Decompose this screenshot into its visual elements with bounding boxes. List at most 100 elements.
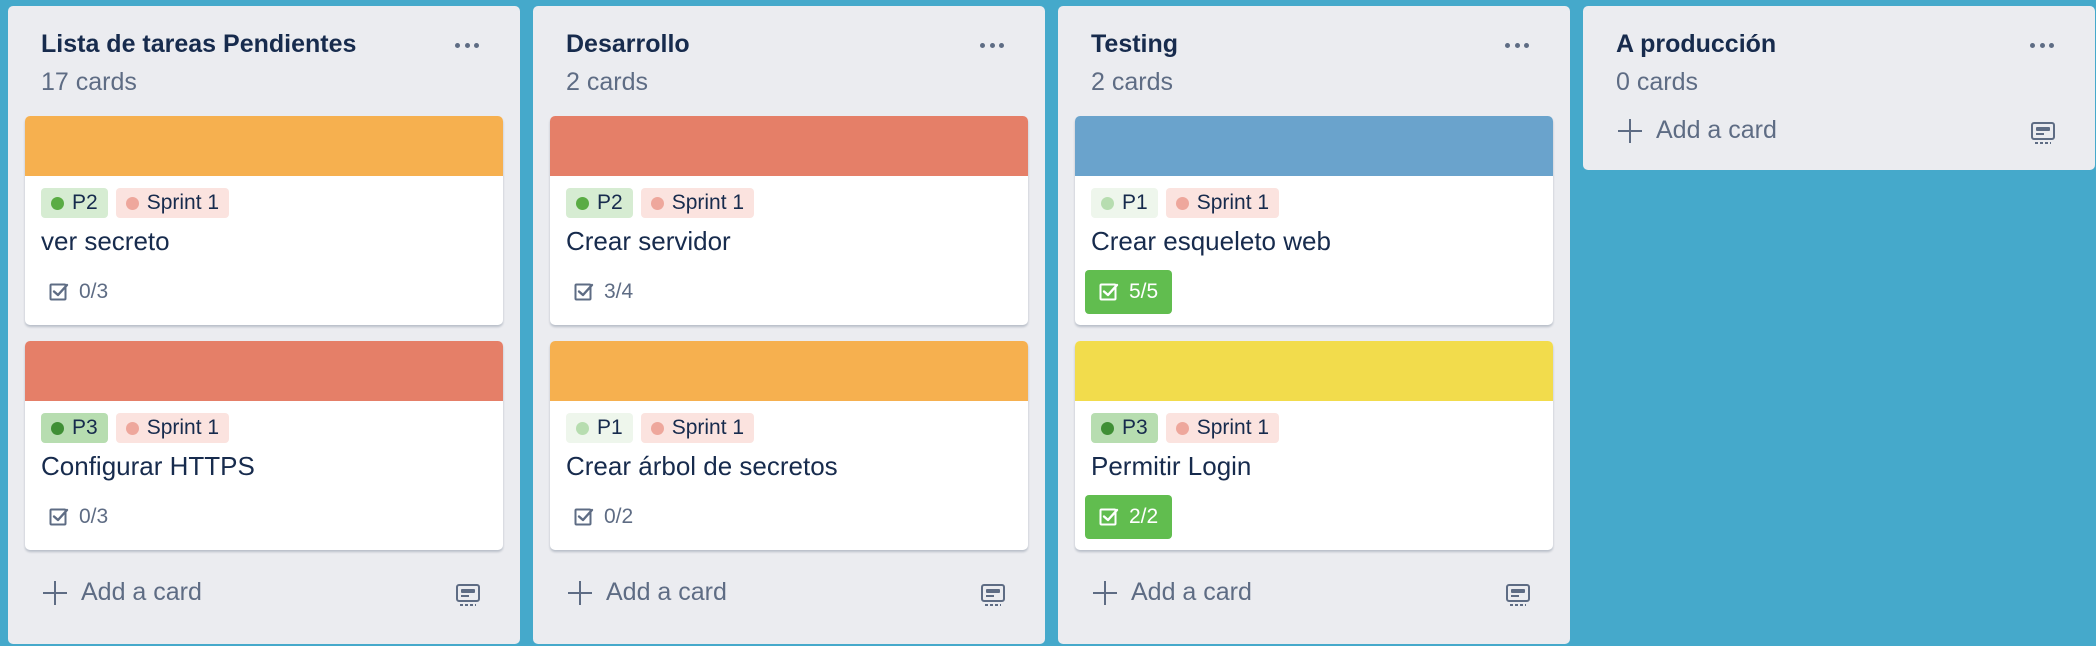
card-cover	[25, 116, 503, 176]
ellipsis-icon[interactable]	[2024, 30, 2060, 60]
ellipsis-icon[interactable]	[449, 30, 485, 60]
card-label[interactable]: P2	[41, 188, 108, 218]
card-label[interactable]: P2	[566, 188, 633, 218]
label-dot	[650, 196, 664, 210]
label-dot	[576, 421, 589, 435]
label-dot	[650, 421, 664, 435]
list-column: Desarrollo 2 cards P2 Sprint 1 Crear ser…	[533, 6, 1045, 644]
card-label-text: P3	[72, 416, 98, 439]
card[interactable]: P1 Sprint 1 Crear árbol de secretos 0/2	[550, 341, 1028, 550]
checklist-progress: 0/2	[604, 505, 634, 528]
card-title: Permitir Login	[1091, 451, 1252, 481]
card-label-text: Sprint 1	[1196, 191, 1270, 214]
add-card-button[interactable]: Add a card	[1093, 578, 1252, 607]
card-title: Crear árbol de secretos	[566, 451, 838, 481]
card-title: Crear servidor	[566, 226, 731, 256]
card-cover	[1075, 116, 1553, 176]
card-cover	[550, 116, 1028, 176]
card-label[interactable]: Sprint 1	[640, 188, 755, 218]
list-title[interactable]: Lista de tareas Pendientes	[41, 30, 356, 59]
card-label[interactable]: P3	[41, 413, 108, 443]
card-label-text: Sprint 1	[1196, 416, 1270, 439]
card-template-icon[interactable]	[1505, 582, 1531, 608]
card-label[interactable]: P1	[566, 413, 633, 443]
card-label-text: Sprint 1	[146, 191, 220, 214]
checklist-badge: 5/5	[1085, 270, 1173, 314]
list-card-count: 17 cards	[41, 68, 137, 96]
checklist-icon	[574, 282, 594, 302]
card-template-icon[interactable]	[2030, 120, 2056, 146]
add-card-button[interactable]: Add a card	[1618, 116, 1777, 145]
card-label[interactable]: Sprint 1	[115, 413, 230, 443]
card-label-text: Sprint 1	[671, 191, 745, 214]
card-cover	[550, 341, 1028, 401]
ellipsis-icon[interactable]	[974, 30, 1010, 60]
list-title[interactable]: A producción	[1616, 30, 1776, 59]
card-title: Configurar HTTPS	[41, 451, 255, 481]
card[interactable]: P3 Sprint 1 Permitir Login 2/2	[1075, 341, 1553, 550]
checklist-icon	[49, 507, 69, 527]
card-label-text: P1	[1122, 191, 1148, 214]
card-template-icon[interactable]	[455, 582, 481, 608]
add-card-button[interactable]: Add a card	[43, 578, 202, 607]
label-dot	[51, 196, 64, 210]
checklist-progress: 2/2	[1129, 505, 1159, 528]
card[interactable]: P1 Sprint 1 Crear esqueleto web 5/5	[1075, 116, 1553, 325]
card[interactable]: P2 Sprint 1 ver secreto 0/3	[25, 116, 503, 325]
ellipsis-icon[interactable]	[1499, 30, 1535, 60]
card-title: ver secreto	[41, 226, 170, 256]
checklist-badge: 0/2	[560, 495, 647, 539]
list-column: Testing 2 cards P1 Sprint 1 Crear esquel…	[1058, 6, 1570, 644]
card-title: Crear esqueleto web	[1091, 226, 1331, 256]
checklist-badge: 2/2	[1085, 495, 1173, 539]
checklist-progress: 0/3	[79, 505, 109, 528]
checklist-badge: 3/4	[560, 270, 647, 314]
label-dot	[1175, 421, 1189, 435]
card[interactable]: P3 Sprint 1 Configurar HTTPS 0/3	[25, 341, 503, 550]
add-card-row: Add a card	[1075, 550, 1553, 644]
board: Lista de tareas Pendientes 17 cards P2 S…	[0, 0, 2096, 646]
card-label[interactable]: Sprint 1	[115, 188, 230, 218]
label-dot	[51, 421, 64, 435]
label-dot	[1101, 196, 1114, 210]
add-card-row: Add a card	[550, 550, 1028, 644]
add-card-label: Add a card	[606, 578, 727, 606]
list-header: Desarrollo 2 cards	[550, 6, 1028, 116]
card[interactable]: P2 Sprint 1 Crear servidor 3/4	[550, 116, 1028, 325]
card-labels: P3 Sprint 1	[1091, 413, 1280, 443]
add-card-button[interactable]: Add a card	[568, 578, 727, 607]
plus-icon	[568, 580, 592, 605]
checklist-badge: 0/3	[35, 495, 122, 539]
card-label[interactable]: Sprint 1	[640, 413, 755, 443]
list-card-count: 2 cards	[1091, 68, 1173, 96]
label-dot	[1101, 421, 1114, 435]
checklist-badge: 0/3	[35, 270, 122, 314]
card-labels: P2 Sprint 1	[566, 188, 755, 218]
label-dot	[1175, 196, 1189, 210]
list-header: Testing 2 cards	[1075, 6, 1553, 116]
card-label-text: Sprint 1	[146, 416, 220, 439]
card-labels: P2 Sprint 1	[41, 188, 230, 218]
list-title[interactable]: Desarrollo	[566, 30, 690, 59]
list-title[interactable]: Testing	[1091, 30, 1178, 59]
card-label[interactable]: P1	[1091, 188, 1158, 218]
label-dot	[125, 421, 139, 435]
list-header: Lista de tareas Pendientes 17 cards	[25, 6, 503, 116]
add-card-row: Add a card	[25, 550, 503, 644]
add-card-label: Add a card	[1656, 116, 1777, 144]
list-column: A producción 0 cards Add a card	[1583, 6, 2095, 170]
checklist-progress: 5/5	[1129, 280, 1159, 303]
card-cover	[25, 341, 503, 401]
plus-icon	[1618, 118, 1642, 143]
card-label[interactable]: P3	[1091, 413, 1158, 443]
card-label-text: P2	[72, 191, 98, 214]
card-label-text: P1	[597, 416, 623, 439]
card-template-icon[interactable]	[980, 582, 1006, 608]
card-labels: P1 Sprint 1	[1091, 188, 1280, 218]
card-label[interactable]: Sprint 1	[1165, 188, 1280, 218]
list-column: Lista de tareas Pendientes 17 cards P2 S…	[8, 6, 520, 644]
checklist-icon	[574, 507, 594, 527]
card-label-text: P3	[1122, 416, 1148, 439]
card-label[interactable]: Sprint 1	[1165, 413, 1280, 443]
plus-icon	[43, 580, 67, 605]
